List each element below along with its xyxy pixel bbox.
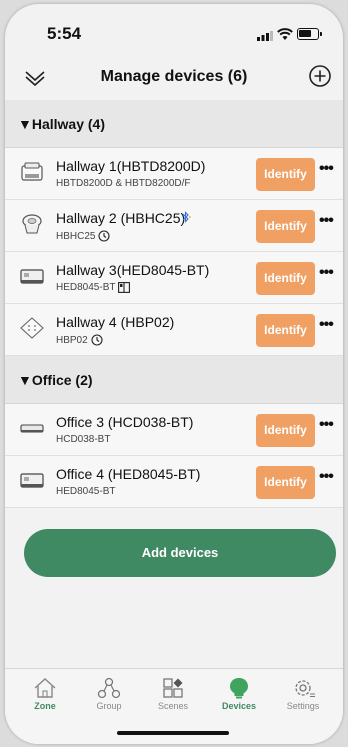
tab-zone[interactable]: Zone [15, 677, 75, 711]
device-row[interactable]: Hallway 2 (HBHC25) HBHC25 Identify ••• [5, 200, 343, 252]
wifi-icon [277, 28, 293, 40]
device-model-text: HED8045-BT [56, 282, 116, 293]
more-options-icon[interactable]: ••• [319, 317, 339, 337]
more-options-icon[interactable]: ••• [319, 161, 339, 181]
bulb-icon [230, 678, 248, 699]
identify-button[interactable]: Identify [256, 262, 315, 295]
tab-label: Zone [34, 701, 56, 711]
device-model-text: HBHC25 [56, 230, 96, 242]
more-options-icon[interactable]: ••• [319, 469, 339, 489]
header: Manage devices (6) [5, 58, 343, 100]
group-icon [97, 677, 121, 699]
tab-label: Scenes [157, 701, 189, 711]
plus-circle-icon[interactable] [308, 64, 332, 88]
din-rail-module-icon [20, 269, 44, 284]
device-model: HBHC25 [56, 230, 111, 242]
device-row[interactable]: Office 4 (HED8045-BT) HED8045-BT Identif… [5, 456, 343, 508]
din-rail-module-icon [20, 473, 44, 488]
signal-icon [257, 31, 273, 41]
scenes-icon [163, 678, 183, 698]
wall-module-icon [21, 162, 43, 181]
device-row[interactable]: Hallway 3(HED8045-BT) HED8045-BT Identif… [5, 252, 343, 304]
device-model-text: HBTD8200D & HBTD8200D/F [56, 178, 191, 189]
device-name: Hallway 4 (HBP02) [56, 314, 175, 330]
tab-group[interactable]: Group [79, 677, 139, 711]
device-row[interactable]: Hallway 1(HBTD8200D) HBTD8200D & HBTD820… [5, 148, 343, 200]
clock-icon [98, 230, 111, 242]
device-model-text: HBP02 [56, 334, 88, 346]
add-devices-button[interactable]: Add devices [24, 529, 336, 577]
device-name: Hallway 3(HED8045-BT) [56, 262, 210, 278]
identify-button[interactable]: Identify [256, 314, 315, 347]
tab-label: Settings [286, 701, 320, 711]
push-button-icon [20, 317, 44, 339]
flat-module-icon [20, 424, 44, 433]
tab-scenes[interactable]: Scenes [143, 677, 203, 711]
status-time: 5:54 [47, 24, 82, 43]
battery-icon [297, 28, 322, 40]
device-model: HED8045-BT [56, 486, 115, 497]
page-title: Manage devices (6) [100, 68, 248, 85]
device-row[interactable]: Office 3 (HCD038-BT) HCD038-BT Identify … [5, 404, 343, 456]
identify-button[interactable]: Identify [256, 210, 315, 243]
sensor-icon [22, 214, 42, 234]
section-hallway[interactable]: ▼Hallway (4) [5, 100, 343, 148]
house-icon [34, 678, 56, 698]
tab-label: Group [96, 701, 122, 711]
more-options-icon[interactable]: ••• [319, 417, 339, 437]
identify-button[interactable]: Identify [256, 158, 315, 191]
device-name: Office 4 (HED8045-BT) [56, 466, 201, 482]
device-model-text: HCD038-BT [56, 434, 111, 445]
home-indicator [117, 731, 229, 735]
device-name: Hallway 1(HBTD8200D) [56, 158, 206, 174]
section-label: ▼Office (2) [18, 372, 93, 388]
status-bar: 5:54 [5, 4, 343, 58]
device-model: HCD038-BT [56, 434, 110, 445]
device-row[interactable]: Hallway 4 (HBP02) HBP02 Identify ••• [5, 304, 343, 356]
tab-devices[interactable]: Devices [209, 677, 269, 711]
clock-icon [91, 334, 103, 346]
tab-label: Devices [221, 701, 257, 711]
section-office[interactable]: ▼Office (2) [5, 356, 343, 404]
more-options-icon[interactable]: ••• [319, 213, 339, 233]
device-name: Hallway 2 (HBHC25) [56, 210, 186, 226]
bluetooth-icon [182, 211, 191, 223]
gear-icon [295, 680, 315, 698]
identify-button[interactable]: Identify [256, 414, 315, 447]
identify-button[interactable]: Identify [256, 466, 315, 499]
phone-screen: 5:54 Manage devices (6) ▼Hallway (4) Hal… [5, 4, 343, 744]
tab-settings[interactable]: Settings [273, 677, 333, 711]
device-name: Office 3 (HCD038-BT) [56, 414, 194, 430]
section-label: ▼Hallway (4) [18, 116, 105, 132]
device-model: HED8045-BT [56, 282, 131, 293]
more-options-icon[interactable]: ••• [319, 265, 339, 285]
device-model-text: HED8045-BT [56, 486, 116, 497]
device-model: HBTD8200D & HBTD8200D/F [56, 178, 191, 189]
panel-icon [118, 282, 131, 293]
device-model: HBP02 [56, 334, 103, 346]
